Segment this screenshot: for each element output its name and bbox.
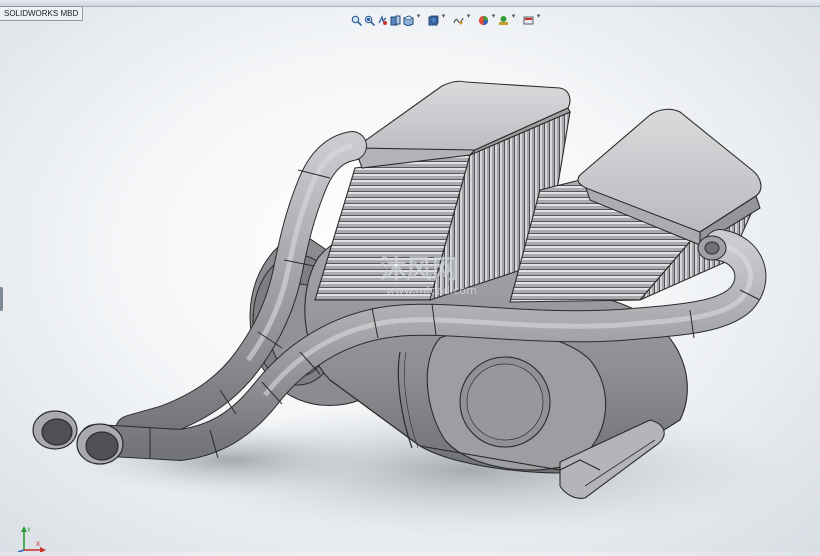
engine-model-viewport[interactable]: 沐风网 www.mfcad.com	[0, 0, 820, 552]
reference-triad: Y X	[16, 524, 46, 553]
svg-text:沐风网: 沐风网	[380, 255, 458, 285]
triad-y-label: Y	[26, 527, 31, 534]
triad-x-arrow-icon	[40, 547, 46, 553]
svg-text:www.mfcad.com: www.mfcad.com	[386, 284, 477, 297]
triad-x-label: X	[36, 541, 40, 548]
exhaust-flange	[697, 235, 727, 261]
